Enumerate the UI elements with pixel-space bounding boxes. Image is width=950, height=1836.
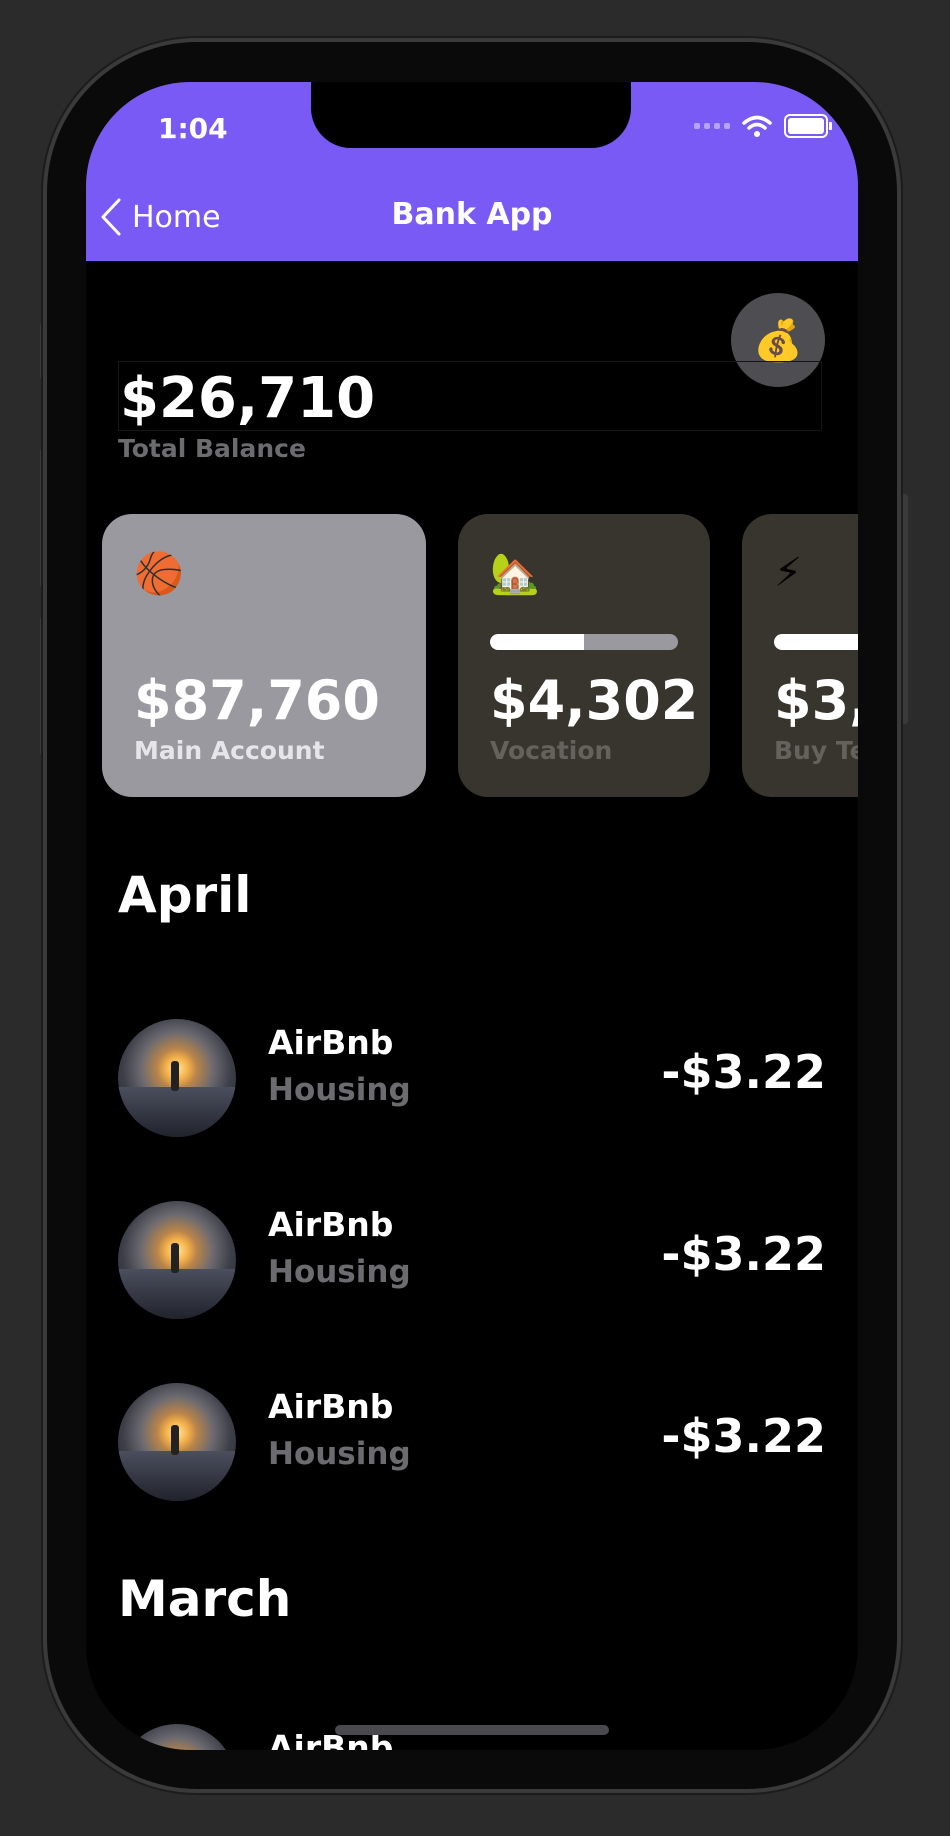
merchant-avatar <box>118 1019 236 1137</box>
transaction-amount: -$3.22 <box>661 1227 826 1281</box>
merchant-avatar <box>118 1724 236 1750</box>
account-card-buy[interactable]: ⚡ $3, Buy Te <box>742 514 858 797</box>
transaction-row[interactable]: AirBnb <box>86 1692 858 1750</box>
basketball-icon: 🏀 <box>134 551 184 597</box>
notch <box>311 82 631 148</box>
back-label: Home <box>132 199 221 235</box>
account-card-vocation[interactable]: 🏡 $4,302 Vocation <box>458 514 710 797</box>
savings-progress-bar <box>774 634 858 650</box>
section-title-march: March <box>118 1570 292 1628</box>
transaction-category: Housing <box>268 1254 411 1290</box>
account-amount: $3, <box>774 669 858 732</box>
merchant-avatar <box>118 1201 236 1319</box>
merchant-avatar <box>118 1383 236 1501</box>
account-cards-carousel[interactable]: 🏀 $87,760 Main Account 🏡 $4,302 Vocation… <box>86 514 858 799</box>
transaction-category: Housing <box>268 1436 411 1472</box>
account-label: Main Account <box>134 736 325 765</box>
back-button[interactable]: Home <box>100 197 221 237</box>
merchant-name: AirBnb <box>268 1023 394 1062</box>
merchant-name: AirBnb <box>268 1387 394 1426</box>
account-card-main[interactable]: 🏀 $87,760 Main Account <box>102 514 426 797</box>
account-amount: $4,302 <box>490 669 699 732</box>
status-icons <box>694 114 832 138</box>
status-time: 1:04 <box>158 112 228 145</box>
house-icon: 🏡 <box>490 551 540 597</box>
chevron-left-icon <box>101 198 121 236</box>
home-indicator[interactable] <box>335 1725 609 1735</box>
section-title-april: April <box>118 866 252 924</box>
merchant-name: AirBnb <box>268 1205 394 1244</box>
money-bag-icon: 💰 <box>753 317 803 364</box>
transaction-row[interactable]: AirBnb Housing -$3.22 <box>86 987 858 1169</box>
lightning-icon: ⚡ <box>774 550 803 596</box>
account-label: Buy Te <box>774 736 858 765</box>
wifi-icon <box>742 115 772 137</box>
total-balance-label: Total Balance <box>118 434 306 463</box>
signal-icon <box>694 123 730 129</box>
account-label: Vocation <box>490 736 613 765</box>
app-screen: 1:04 Bank App Home 💰 $26,710 Total Balan… <box>86 82 858 1750</box>
battery-icon <box>784 114 832 138</box>
transaction-row[interactable]: AirBnb Housing -$3.22 <box>86 1169 858 1351</box>
savings-progress-bar <box>490 634 678 650</box>
power-button <box>900 494 908 724</box>
total-balance-amount: $26,710 <box>120 366 376 431</box>
transaction-amount: -$3.22 <box>661 1409 826 1463</box>
transaction-row[interactable]: AirBnb Housing -$3.22 <box>86 1351 858 1533</box>
transaction-category: Housing <box>268 1072 411 1108</box>
account-amount: $87,760 <box>134 669 380 732</box>
transaction-amount: -$3.22 <box>661 1045 826 1099</box>
